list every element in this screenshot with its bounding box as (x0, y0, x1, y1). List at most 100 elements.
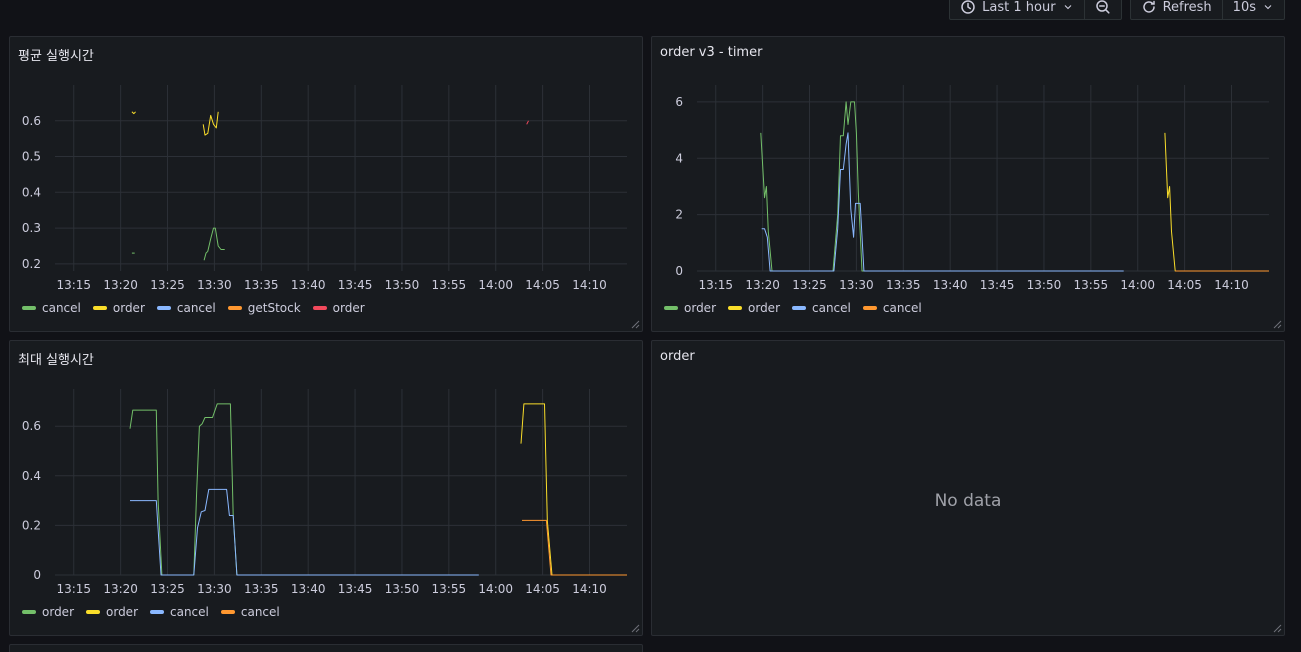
timeseries-chart: 13:15 13:20 13:25 13:30 13:35 13:40 13:45 13:50… (22, 85, 627, 292)
x-tick-label: 13:25 (150, 582, 185, 596)
legend-item-cancel[interactable]: cancel (22, 301, 81, 315)
series-line-order[interactable] (202, 111, 219, 136)
x-tick-label: 13:35 (244, 582, 279, 596)
panel-title[interactable]: order (660, 349, 695, 364)
panel-max-exec-time[interactable]: 13:15 13:20 13:25 13:30 13:35 13:40 13:45 13:50… (9, 340, 643, 636)
refresh-group: Refresh 10s (1129, 0, 1285, 20)
legend-label: cancel (882, 301, 922, 315)
legend-item-order[interactable]: order (728, 301, 780, 315)
clock-icon (961, 0, 975, 14)
legend-label: order (106, 605, 138, 619)
series-line-cancel[interactable] (522, 519, 627, 576)
legend-label: order (332, 301, 365, 315)
legend-item-cancel[interactable]: cancel (792, 301, 851, 315)
legend-label: getStock (247, 301, 301, 315)
series-line-order[interactable] (131, 111, 136, 115)
no-data-message: No data (934, 491, 1002, 511)
legend-swatch (220, 610, 235, 614)
x-tick-label: 13:20 (103, 278, 138, 292)
panel-title[interactable]: order v3 - timer (660, 45, 762, 60)
legend-swatch (86, 610, 100, 614)
legend-item-order[interactable]: order (92, 301, 145, 315)
timeseries-chart: 13:15 13:20 13:25 13:30 13:35 13:40 13:45 13:50… (675, 85, 1269, 292)
time-range-picker[interactable]: Last 1 hour (950, 0, 1085, 19)
legend-label: order (684, 301, 716, 315)
panel-avg-exec-time[interactable]: 13:15 13:20 13:25 13:30 13:35 13:40 13:45 13:50… (9, 36, 643, 332)
legend-swatch (150, 610, 164, 614)
legend-label: order (748, 301, 780, 315)
resize-handle-icon[interactable] (1272, 319, 1282, 329)
legend-label: cancel (812, 301, 851, 315)
x-tick-label: 13:55 (1074, 278, 1109, 292)
chevron-down-icon (1064, 5, 1071, 10)
time-picker-group: Last 1 hour (949, 0, 1122, 20)
y-tick-label: 0.3 (22, 221, 41, 235)
x-tick-label: 13:15 (56, 582, 91, 596)
legend-swatch (664, 306, 678, 310)
series-line-cancel[interactable] (130, 488, 479, 576)
panel-title[interactable]: 최대 실행시간 (18, 349, 94, 368)
x-tick-label: 13:30 (197, 582, 232, 596)
legend-swatch (92, 306, 107, 310)
x-tick-label: 13:35 (886, 278, 921, 292)
legend-swatch (22, 610, 36, 614)
series-line-order[interactable] (129, 403, 477, 576)
refresh-interval-picker[interactable]: 10s (1223, 0, 1284, 19)
zoom-out-button[interactable] (1085, 0, 1121, 19)
x-tick-label: 14:00 (478, 278, 513, 292)
resize-handle-icon[interactable] (630, 623, 640, 633)
y-tick-label: 0 (675, 264, 683, 278)
dashboard-toolbar: Last 1 hour Refresh 10s (949, 0, 1285, 20)
panel-partial[interactable] (9, 644, 643, 652)
refresh-button[interactable]: Refresh (1131, 0, 1223, 19)
panel-order[interactable]: order No data (651, 340, 1285, 636)
legend-item-cancel[interactable]: cancel (220, 605, 280, 619)
legend-item-order[interactable]: order (312, 301, 365, 315)
legend-label: cancel (170, 605, 209, 619)
y-tick-label: 0 (33, 568, 41, 582)
y-tick-label: 0.2 (22, 518, 41, 532)
panel-order-v3-timer[interactable]: 13:15 13:20 13:25 13:30 13:35 13:40 13:45 13:50… (651, 36, 1285, 332)
timeseries-chart: 13:15 13:20 13:25 13:30 13:35 13:40 13:45 13:50… (22, 389, 627, 596)
x-tick-label: 13:25 (150, 278, 185, 292)
legend-swatch (312, 306, 327, 310)
legend-item-order[interactable]: order (664, 301, 716, 315)
x-tick-label: 13:15 (56, 278, 91, 292)
legend-item-cancel[interactable]: cancel (862, 301, 922, 315)
x-tick-label: 14:00 (478, 582, 513, 596)
x-tick-label: 14:10 (572, 582, 607, 596)
legend-label: cancel (240, 605, 280, 619)
legend-label: cancel (176, 301, 216, 315)
x-tick-label: 14:10 (572, 278, 607, 292)
legend-item-order[interactable]: order (86, 605, 138, 619)
chevron-down-icon (1264, 5, 1272, 10)
x-tick-label: 13:40 (933, 278, 968, 292)
legend-item-getStock[interactable]: getStock (227, 301, 301, 315)
resize-handle-icon[interactable] (630, 319, 640, 329)
x-tick-label: 13:55 (432, 278, 467, 292)
x-tick-label: 13:50 (1027, 278, 1062, 292)
y-tick-label: 0.2 (22, 257, 41, 271)
series-line-cancel[interactable] (761, 132, 1124, 272)
x-tick-label: 13:35 (244, 278, 279, 292)
legend-swatch (862, 306, 877, 310)
legend-item-order[interactable]: order (22, 605, 74, 619)
series-line-order[interactable] (1164, 132, 1269, 272)
x-tick-label: 13:55 (432, 582, 467, 596)
legend-item-cancel[interactable]: cancel (156, 301, 216, 315)
resize-handle-icon[interactable] (1272, 623, 1282, 633)
y-tick-label: 0.6 (22, 114, 41, 128)
legend-item-cancel[interactable]: cancel (150, 605, 209, 619)
legend-swatch (728, 306, 742, 310)
x-tick-label: 14:00 (1120, 278, 1155, 292)
x-tick-label: 13:50 (385, 278, 420, 292)
x-tick-label: 14:05 (525, 582, 560, 596)
series-line-order[interactable] (520, 403, 627, 576)
x-tick-label: 13:30 (839, 278, 874, 292)
refresh-interval-label: 10s (1232, 0, 1256, 15)
x-tick-label: 13:45 (338, 278, 373, 292)
panel-title[interactable]: 평균 실행시간 (18, 45, 94, 64)
legend-label: order (112, 301, 145, 315)
chart-legend: cancel order cancel getStock order (22, 301, 365, 315)
series-line-order[interactable] (526, 120, 529, 125)
